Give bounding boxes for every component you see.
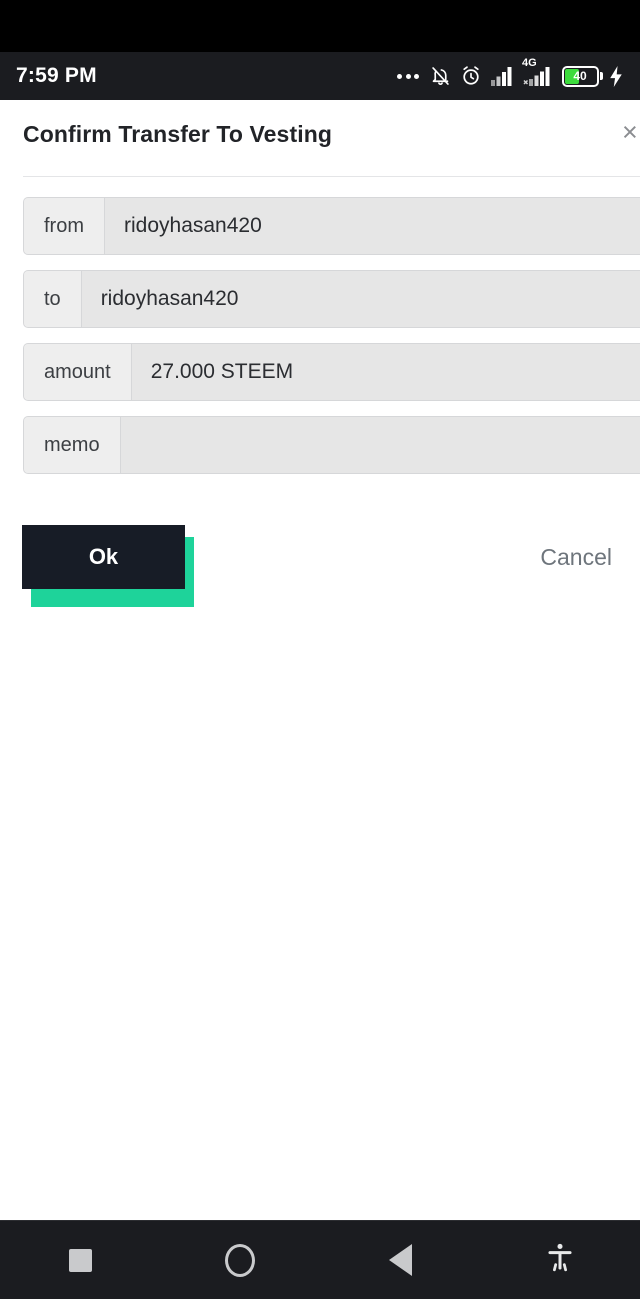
circle-icon [225, 1243, 255, 1277]
accessibility-person-icon [546, 1243, 574, 1278]
bell-muted-icon [430, 65, 451, 87]
memo-input[interactable] [120, 417, 640, 473]
nav-back-button[interactable] [320, 1221, 480, 1299]
form-row-memo[interactable]: memo [23, 416, 640, 474]
header-divider [23, 176, 640, 177]
cancel-button[interactable]: Cancel [540, 544, 612, 571]
from-input[interactable]: ridoyhasan420 [105, 198, 640, 254]
amount-input[interactable]: 27.000 STEEM [131, 344, 640, 400]
to-label: to [24, 271, 82, 327]
status-bar-icons: 4G 40 [397, 58, 624, 87]
charging-bolt-icon [609, 65, 624, 87]
page-title: Confirm Transfer To Vesting [23, 121, 332, 147]
battery-level-label: 40 [573, 69, 587, 83]
dialog-actions: Ok Cancel [0, 525, 640, 625]
form-row-from[interactable]: from ridoyhasan420 [23, 197, 640, 255]
signal-bars-icon [491, 66, 514, 86]
status-bar: 7:59 PM 4G 40 [0, 52, 640, 100]
close-icon[interactable]: × [622, 118, 640, 146]
nav-home-button[interactable] [160, 1221, 320, 1299]
ok-button[interactable]: Ok [22, 525, 185, 589]
android-nav-bar [0, 1220, 640, 1299]
status-bar-clock: 7:59 PM [16, 64, 97, 87]
from-label: from [24, 198, 105, 254]
triangle-left-icon [388, 1244, 412, 1276]
memo-label: memo [24, 417, 121, 473]
network-type-label: 4G [522, 57, 537, 69]
square-icon [68, 1248, 92, 1272]
amount-label: amount [24, 344, 132, 400]
ok-button-wrapper: Ok [22, 525, 194, 607]
to-input[interactable]: ridoyhasan420 [81, 271, 640, 327]
notch-band [0, 0, 640, 52]
form-row-to[interactable]: to ridoyhasan420 [23, 270, 640, 328]
confirm-transfer-dialog: Confirm Transfer To Vesting × from ridoy… [0, 100, 640, 1220]
battery-icon: 40 [560, 65, 603, 87]
transfer-form: from ridoyhasan420 to ridoyhasan420 amou… [0, 197, 640, 489]
nav-recents-button[interactable] [0, 1221, 160, 1299]
more-dots-icon [397, 73, 421, 79]
form-row-amount[interactable]: amount 27.000 STEEM [23, 343, 640, 401]
signal-4g-icon: 4G [522, 58, 551, 86]
alarm-clock-icon [460, 65, 482, 87]
dialog-header: Confirm Transfer To Vesting × [0, 100, 640, 177]
nav-accessibility-button[interactable] [480, 1221, 640, 1299]
